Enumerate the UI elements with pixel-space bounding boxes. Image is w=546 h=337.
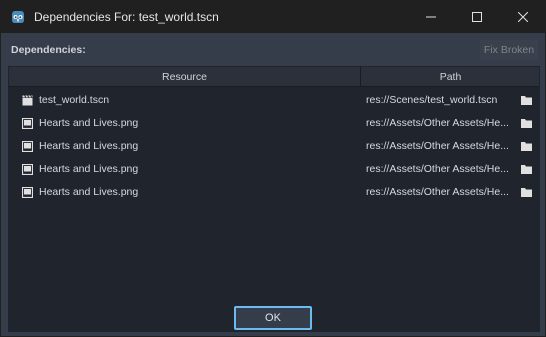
resource-path: res://Assets/Other Assets/He...: [366, 117, 509, 129]
table-row[interactable]: Hearts and Lives.png res://Assets/Other …: [9, 158, 539, 181]
resource-path: res://Assets/Other Assets/He...: [366, 140, 509, 152]
image-icon: [22, 187, 33, 198]
table-row[interactable]: Hearts and Lives.png res://Assets/Other …: [9, 112, 539, 135]
maximize-icon: [472, 11, 482, 22]
title-bar: Dependencies For: test_world.tscn: [0, 0, 546, 33]
resource-name: Hearts and Lives.png: [39, 117, 139, 129]
column-header-resource[interactable]: Resource: [9, 67, 361, 87]
dependencies-label: Dependencies:: [11, 44, 86, 56]
window-controls: [408, 0, 546, 33]
close-button[interactable]: [500, 0, 546, 33]
column-header-path[interactable]: Path: [362, 67, 539, 87]
minimize-icon: [426, 16, 436, 17]
folder-icon[interactable]: [521, 95, 532, 105]
folder-icon[interactable]: [521, 164, 532, 174]
close-icon: [518, 11, 528, 22]
resource-path: res://Assets/Other Assets/He...: [366, 186, 509, 198]
minimize-button[interactable]: [408, 0, 454, 33]
maximize-button[interactable]: [454, 0, 500, 33]
folder-icon[interactable]: [521, 141, 532, 151]
table-row[interactable]: test_world.tscn res://Scenes/test_world.…: [9, 89, 539, 112]
folder-icon[interactable]: [521, 187, 532, 197]
fix-broken-button[interactable]: Fix Broken: [480, 40, 538, 60]
dependencies-table: Resource Path test_world.tscn res://Scen…: [8, 66, 540, 332]
folder-icon[interactable]: [521, 118, 532, 128]
resource-name: Hearts and Lives.png: [39, 186, 139, 198]
image-icon: [22, 118, 33, 129]
resource-path: res://Assets/Other Assets/He...: [366, 163, 509, 175]
image-icon: [22, 141, 33, 152]
table-header: Resource Path: [9, 67, 539, 87]
godot-icon: [12, 10, 24, 23]
resource-name: Hearts and Lives.png: [39, 163, 139, 175]
resource-name: Hearts and Lives.png: [39, 140, 139, 152]
dialog-body: Dependencies: Fix Broken Resource Path t…: [1, 33, 545, 336]
ok-button[interactable]: OK: [234, 306, 312, 330]
table-row[interactable]: Hearts and Lives.png res://Assets/Other …: [9, 181, 539, 204]
scene-icon: [22, 95, 33, 106]
window-title: Dependencies For: test_world.tscn: [34, 9, 219, 24]
resource-name: test_world.tscn: [39, 94, 110, 106]
image-icon: [22, 164, 33, 175]
resource-path: res://Scenes/test_world.tscn: [366, 94, 498, 106]
table-row[interactable]: Hearts and Lives.png res://Assets/Other …: [9, 135, 539, 158]
